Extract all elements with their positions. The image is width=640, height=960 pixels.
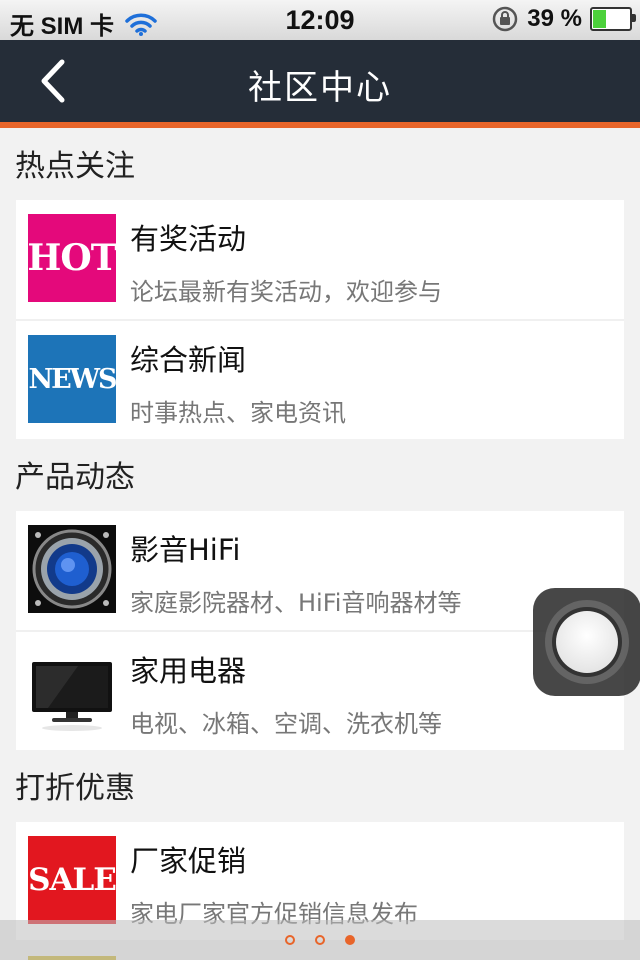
battery-fill bbox=[593, 10, 606, 28]
list-item-news[interactable]: NEWS 综合新闻 时事热点、家电资讯 bbox=[16, 321, 624, 439]
list-item-subtitle: 电视、冰箱、空调、洗衣机等 bbox=[130, 710, 442, 738]
hot-thumbnail: HOT bbox=[28, 214, 116, 302]
hot-thumbnail-text: HOT bbox=[28, 237, 116, 279]
page-dot[interactable] bbox=[315, 935, 325, 945]
list-item-subtitle: 时事热点、家电资讯 bbox=[130, 399, 346, 427]
list-item-title: 有奖活动 bbox=[130, 222, 247, 256]
section-card: HOT 有奖活动 论坛最新有奖活动，欢迎参与 NEWS 综合新闻 时事热点、家电… bbox=[16, 200, 624, 439]
sale-thumbnail: SALE bbox=[28, 836, 116, 924]
section-title: 热点关注 bbox=[15, 149, 135, 184]
battery-percent: 39 % bbox=[527, 5, 582, 32]
battery-icon bbox=[590, 7, 636, 31]
assistive-touch-ring bbox=[545, 600, 629, 684]
news-thumbnail-text: NEWS bbox=[28, 363, 116, 395]
list-item-title: 影音HiFi bbox=[130, 533, 241, 567]
assistive-touch-core bbox=[556, 611, 618, 673]
page-indicator[interactable] bbox=[0, 920, 640, 960]
list-item-title: 综合新闻 bbox=[130, 343, 247, 377]
status-right: 39 % bbox=[491, 5, 636, 33]
section-title: 打折优惠 bbox=[15, 771, 135, 806]
assistive-touch-button[interactable] bbox=[533, 588, 640, 696]
nav-bar: 社区中心 bbox=[0, 40, 640, 122]
list-item-subtitle: 论坛最新有奖活动，欢迎参与 bbox=[130, 278, 442, 306]
list-item-title: 厂家促销 bbox=[130, 844, 247, 878]
news-thumbnail: NEWS bbox=[28, 335, 116, 423]
list-item-title: 家用电器 bbox=[130, 654, 247, 688]
assistive-touch-mid bbox=[552, 607, 622, 677]
rotation-lock-icon bbox=[493, 6, 518, 32]
page-title: 社区中心 bbox=[248, 68, 392, 108]
list-item-subtitle: 家庭影院器材、HiFi音响器材等 bbox=[130, 589, 462, 617]
page-dot-active[interactable] bbox=[345, 935, 355, 945]
status-bar: 无 SIM 卡 12:09 39 % bbox=[0, 0, 640, 41]
page-dot[interactable] bbox=[285, 935, 295, 945]
tv-icon bbox=[28, 646, 116, 734]
section-title: 产品动态 bbox=[15, 460, 135, 495]
content: 热点关注 HOT 有奖活动 论坛最新有奖活动，欢迎参与 NEWS 综合新闻 时事… bbox=[0, 128, 640, 940]
list-item-activities[interactable]: HOT 有奖活动 论坛最新有奖活动，欢迎参与 bbox=[16, 200, 624, 321]
speaker-icon bbox=[28, 525, 116, 613]
sale-thumbnail-text: SALE bbox=[28, 862, 116, 898]
